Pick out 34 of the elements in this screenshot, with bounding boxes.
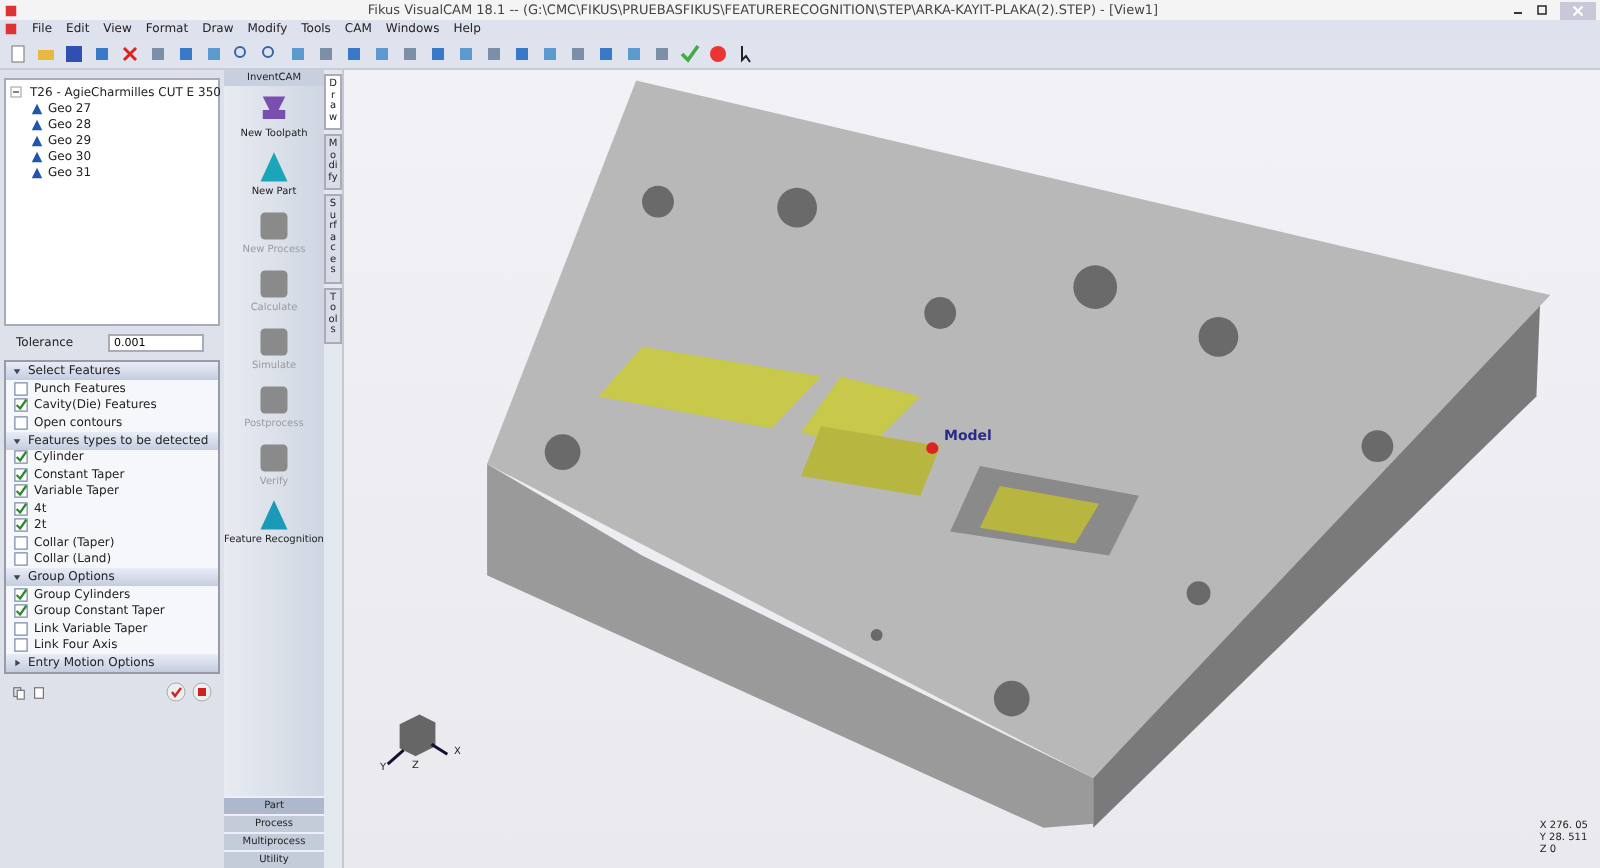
checkbox[interactable] [14, 398, 28, 413]
checkbox[interactable] [14, 467, 28, 482]
checkbox[interactable] [14, 415, 28, 430]
new-file-icon[interactable] [8, 43, 28, 63]
checkbox[interactable] [14, 381, 28, 396]
checkbox[interactable] [14, 604, 28, 619]
axis-triad-drawing [386, 714, 449, 766]
maximize-icon[interactable] [1532, 2, 1552, 18]
chevron-icon [12, 435, 22, 445]
model-origin-marker [926, 442, 939, 455]
chevron-icon [12, 366, 22, 376]
cone-icon [256, 498, 292, 534]
checkbox[interactable] [14, 450, 28, 465]
checkbox[interactable] [14, 518, 28, 533]
collapse-toggle-icon[interactable] [10, 86, 22, 98]
check-icon[interactable] [680, 43, 700, 63]
checkbox[interactable] [14, 501, 28, 516]
checkbox[interactable] [14, 587, 28, 602]
save-icon[interactable] [64, 43, 84, 63]
ok-icon[interactable] [166, 682, 186, 702]
cone-icon [256, 150, 292, 186]
checkbox[interactable] [14, 484, 28, 499]
copy-icon[interactable] [12, 685, 26, 699]
checkbox[interactable] [14, 638, 28, 653]
cancel-icon[interactable] [192, 682, 212, 702]
zoom-icon[interactable] [232, 43, 252, 63]
stop-icon[interactable] [708, 43, 728, 63]
zoom-window-icon[interactable] [260, 43, 280, 63]
checkbox[interactable] [14, 621, 28, 636]
cut-icon[interactable] [120, 43, 140, 63]
chevron-icon [12, 572, 22, 582]
chevron-icon [12, 658, 22, 668]
checkbox[interactable] [14, 552, 28, 567]
checkbox[interactable] [14, 535, 28, 550]
